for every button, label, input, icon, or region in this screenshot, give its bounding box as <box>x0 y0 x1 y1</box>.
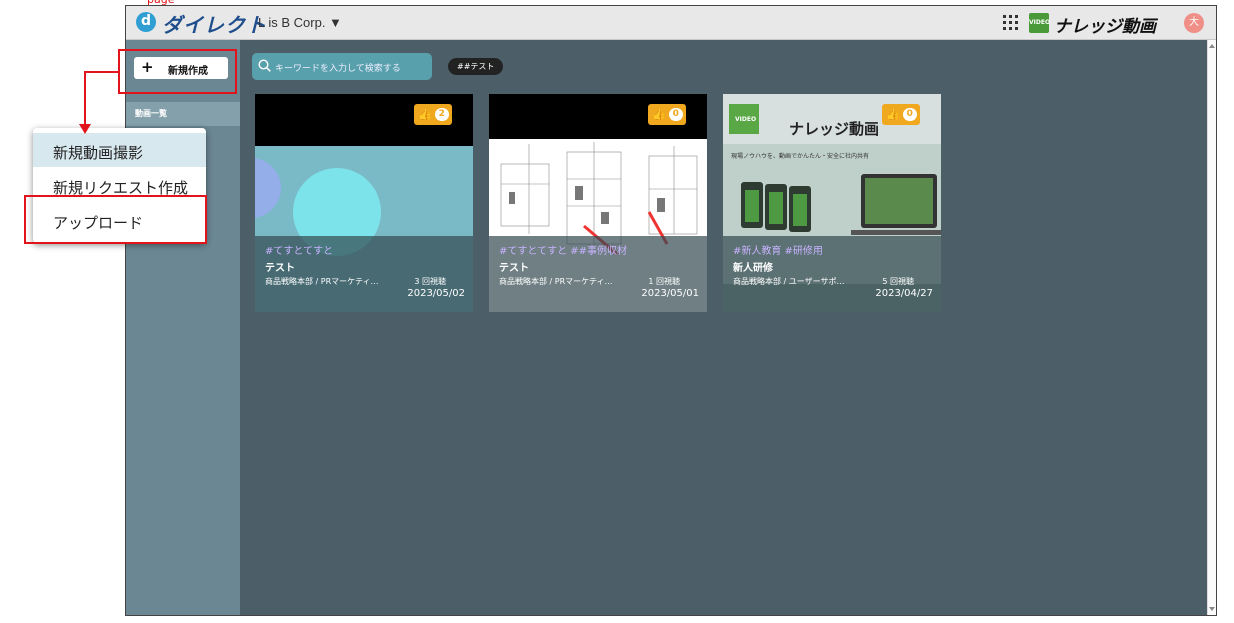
like-button[interactable]: 👍 0 <box>882 104 920 125</box>
like-button[interactable]: 👍 0 <box>648 104 686 125</box>
video-date: 2023/05/01 <box>641 288 699 299</box>
view-count: 5 回視聴 <box>882 277 914 286</box>
annotation-arrow-head <box>79 124 91 134</box>
org-selector[interactable]: L is B Corp. ▼ <box>258 15 342 30</box>
top-bar: d ダイレクト L is B Corp. ▼ VIDEO ナレッジ動画 大 <box>126 6 1216 40</box>
apps-grid-icon[interactable] <box>1003 15 1019 31</box>
scroll-up-icon[interactable] <box>1209 44 1215 48</box>
thumbs-up-icon: 👍 <box>886 108 900 121</box>
scrollbar[interactable] <box>1207 40 1216 615</box>
video-tags: #新人教育 #研修用 <box>733 246 823 257</box>
like-button[interactable]: 👍 2 <box>414 104 452 125</box>
like-count: 0 <box>668 108 683 121</box>
video-meta: #てすとてすと ##事例収材 テスト 商品戦略本部 / PRマーケティ… 1 回… <box>489 236 707 312</box>
video-title: 新人研修 <box>733 263 773 274</box>
video-meta: #てすとてすと テスト 商品戦略本部 / PRマーケティ… 3 回視聴 2023… <box>255 236 473 312</box>
app-window: d ダイレクト L is B Corp. ▼ VIDEO ナレッジ動画 大 + … <box>125 5 1217 616</box>
logo-text[interactable]: ダイレクト <box>162 9 267 38</box>
view-count: 1 回視聴 <box>648 277 680 286</box>
video-card[interactable]: 👍 2 #てすとてすと テスト 商品戦略本部 / PRマーケティ… 3 回視聴 … <box>255 94 473 312</box>
video-date: 2023/04/27 <box>875 288 933 299</box>
video-card[interactable]: VIDEO ナレッジ動画 現場ノウハウを、動画でかんたん・安全に社内共有 👍 0… <box>723 94 941 312</box>
scroll-down-icon[interactable] <box>1209 607 1215 611</box>
annotation-arrow-horizontal <box>84 71 119 73</box>
thumb-subtitle: 現場ノウハウを、動画でかんたん・安全に社内共有 <box>731 153 870 160</box>
thumbs-up-icon: 👍 <box>652 108 666 121</box>
video-department: 商品戦略本部 / PRマーケティ… <box>265 277 379 286</box>
video-tags: #てすとてすと <box>265 246 334 257</box>
video-card[interactable]: 👍 0 #てすとてすと ##事例収材 テスト 商品戦略本部 / PRマーケティ…… <box>489 94 707 312</box>
thumb-badge: VIDEO <box>735 116 757 123</box>
logo-icon[interactable]: d <box>136 12 156 32</box>
search-icon <box>258 59 271 72</box>
video-date: 2023/05/02 <box>407 288 465 299</box>
like-count: 0 <box>902 108 917 121</box>
sidebar-item-video-list[interactable]: 動画一覧 <box>126 102 240 126</box>
knowledge-video-title: ナレッジ動画 <box>1054 17 1156 37</box>
tag-filter-chip[interactable]: ##テスト <box>448 58 504 75</box>
like-count: 2 <box>434 108 449 121</box>
video-title: テスト <box>265 263 295 274</box>
video-department: 商品戦略本部 / PRマーケティ… <box>499 277 613 286</box>
search-placeholder: キーワードを入力して検索する <box>275 64 401 74</box>
thumbs-up-icon: 👍 <box>418 108 432 121</box>
video-title: テスト <box>499 263 529 274</box>
annotation-box-new-button <box>118 49 237 94</box>
knowledge-video-logo-icon: VIDEO <box>1029 13 1050 33</box>
thumb-title: ナレッジ動画 <box>789 120 880 138</box>
search-input[interactable]: キーワードを入力して検索する <box>252 53 432 80</box>
sidebar: + 新規作成 動画一覧 <box>126 40 240 615</box>
user-avatar[interactable]: 大 <box>1184 13 1204 33</box>
annotation-box-upload <box>24 195 207 244</box>
video-department: 商品戦略本部 / ユーザーサポ… <box>733 277 845 286</box>
video-tags: #てすとてすと ##事例収材 <box>499 246 628 257</box>
annotation-arrow-vertical <box>84 71 86 126</box>
view-count: 3 回視聴 <box>414 277 446 286</box>
menu-item-new-video[interactable]: 新規動画撮影 <box>33 133 206 167</box>
video-meta: #新人教育 #研修用 新人研修 商品戦略本部 / ユーザーサポ… 5 回視聴 2… <box>723 236 941 312</box>
